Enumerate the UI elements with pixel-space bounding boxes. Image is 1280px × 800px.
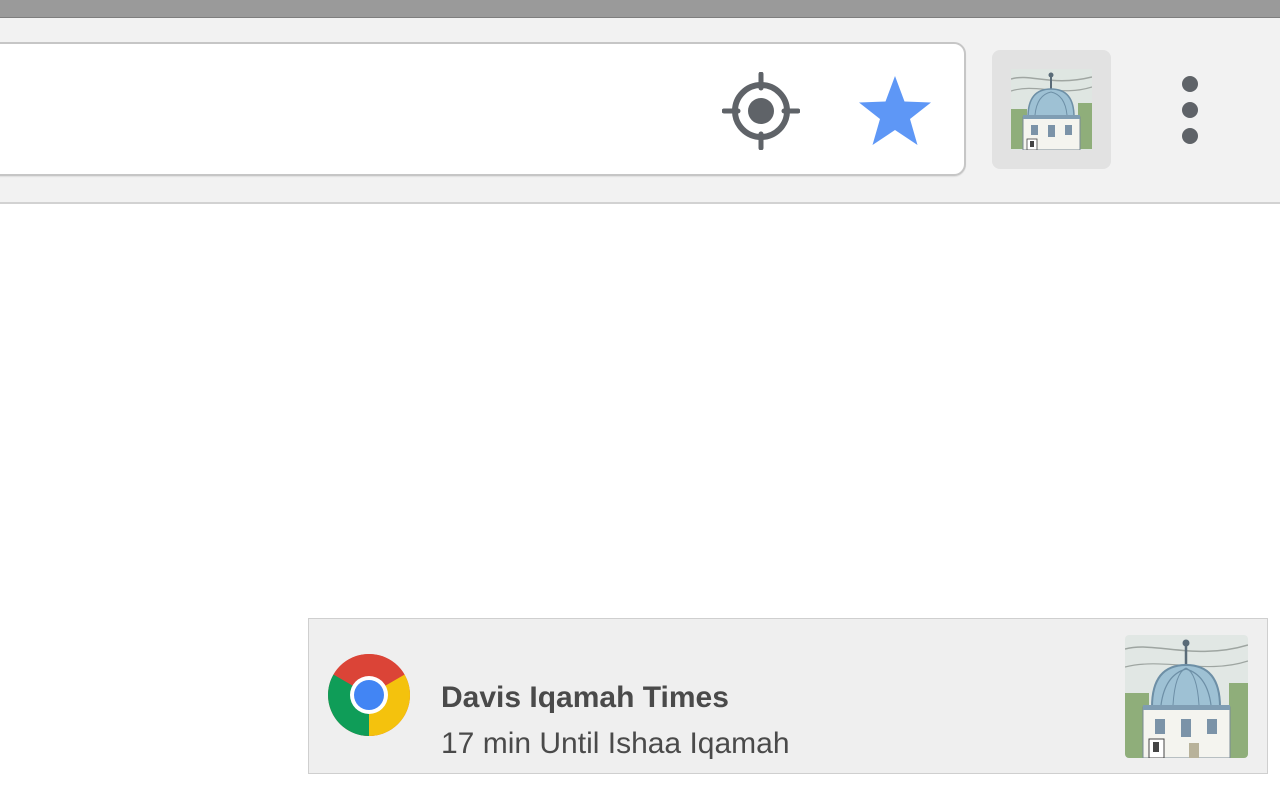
window-titlebar xyxy=(0,0,1280,18)
menu-vertical-dots-icon[interactable] xyxy=(1160,70,1220,150)
notification-message: 17 min Until Ishaa Iqamah xyxy=(441,727,790,760)
notification-title: Davis Iqamah Times xyxy=(441,681,729,714)
location-target-icon[interactable] xyxy=(721,71,801,151)
mosque-icon xyxy=(1125,635,1248,758)
chrome-icon xyxy=(327,653,411,737)
menu-dot xyxy=(1182,128,1198,144)
bookmark-star-icon[interactable] xyxy=(856,73,934,151)
browser-toolbar xyxy=(0,18,1280,204)
menu-dot xyxy=(1182,76,1198,92)
address-bar[interactable] xyxy=(0,42,966,176)
menu-dot xyxy=(1182,102,1198,118)
mosque-icon xyxy=(1010,69,1093,151)
extension-button[interactable] xyxy=(992,50,1111,169)
notification-popup[interactable]: Davis Iqamah Times 17 min Until Ishaa Iq… xyxy=(308,618,1268,774)
